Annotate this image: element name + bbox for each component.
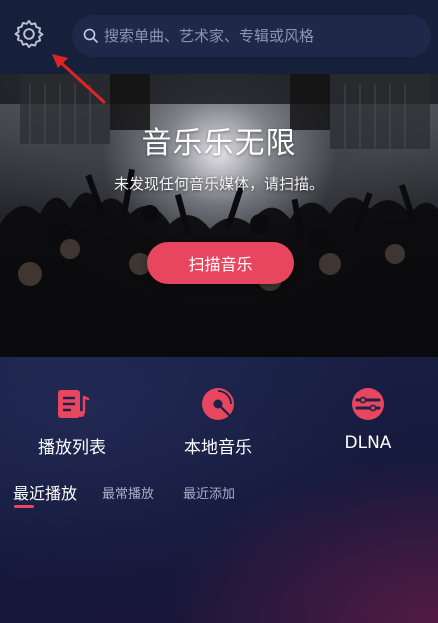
quick-item-playlist[interactable]: 播放列表	[12, 385, 132, 458]
search-bar[interactable]	[72, 15, 431, 57]
annotation-arrow-icon	[52, 54, 106, 104]
search-input[interactable]	[104, 15, 414, 57]
playlist-icon	[58, 390, 90, 418]
quick-item-label: 播放列表	[38, 438, 106, 458]
music-app: 音乐乐无限 未发现任何音乐媒体，请扫描。 扫描音乐 播放列表	[0, 0, 438, 623]
active-tab-indicator	[14, 505, 34, 508]
hero-subtitle: 未发现任何音乐媒体，请扫描。	[113, 175, 324, 193]
library-panel: 播放列表 本地音乐 DLNA 最近播放 最常播放 最近添加	[0, 357, 438, 623]
hero-banner: 音乐乐无限 未发现任何音乐媒体，请扫描。 扫描音乐	[0, 74, 438, 357]
disc-icon	[202, 388, 234, 420]
history-tabs: 最近播放 最常播放 最近添加	[0, 482, 438, 512]
hero-title: 音乐乐无限	[141, 126, 297, 161]
gear-icon[interactable]	[12, 17, 46, 51]
concert-crowd-image	[0, 74, 438, 357]
scan-music-button[interactable]: 扫描音乐	[147, 242, 294, 284]
quick-item-local-music[interactable]: 本地音乐	[158, 385, 278, 458]
tab-most-played[interactable]: 最常播放	[102, 483, 154, 502]
search-icon	[83, 28, 98, 43]
tab-recently-added[interactable]: 最近添加	[183, 483, 235, 502]
tab-recent-played[interactable]: 最近播放	[13, 480, 77, 504]
quick-item-dlna[interactable]: DLNA	[308, 385, 428, 453]
dlna-icon	[352, 388, 384, 420]
quick-item-label: 本地音乐	[184, 438, 252, 458]
quick-item-label: DLNA	[344, 433, 392, 453]
